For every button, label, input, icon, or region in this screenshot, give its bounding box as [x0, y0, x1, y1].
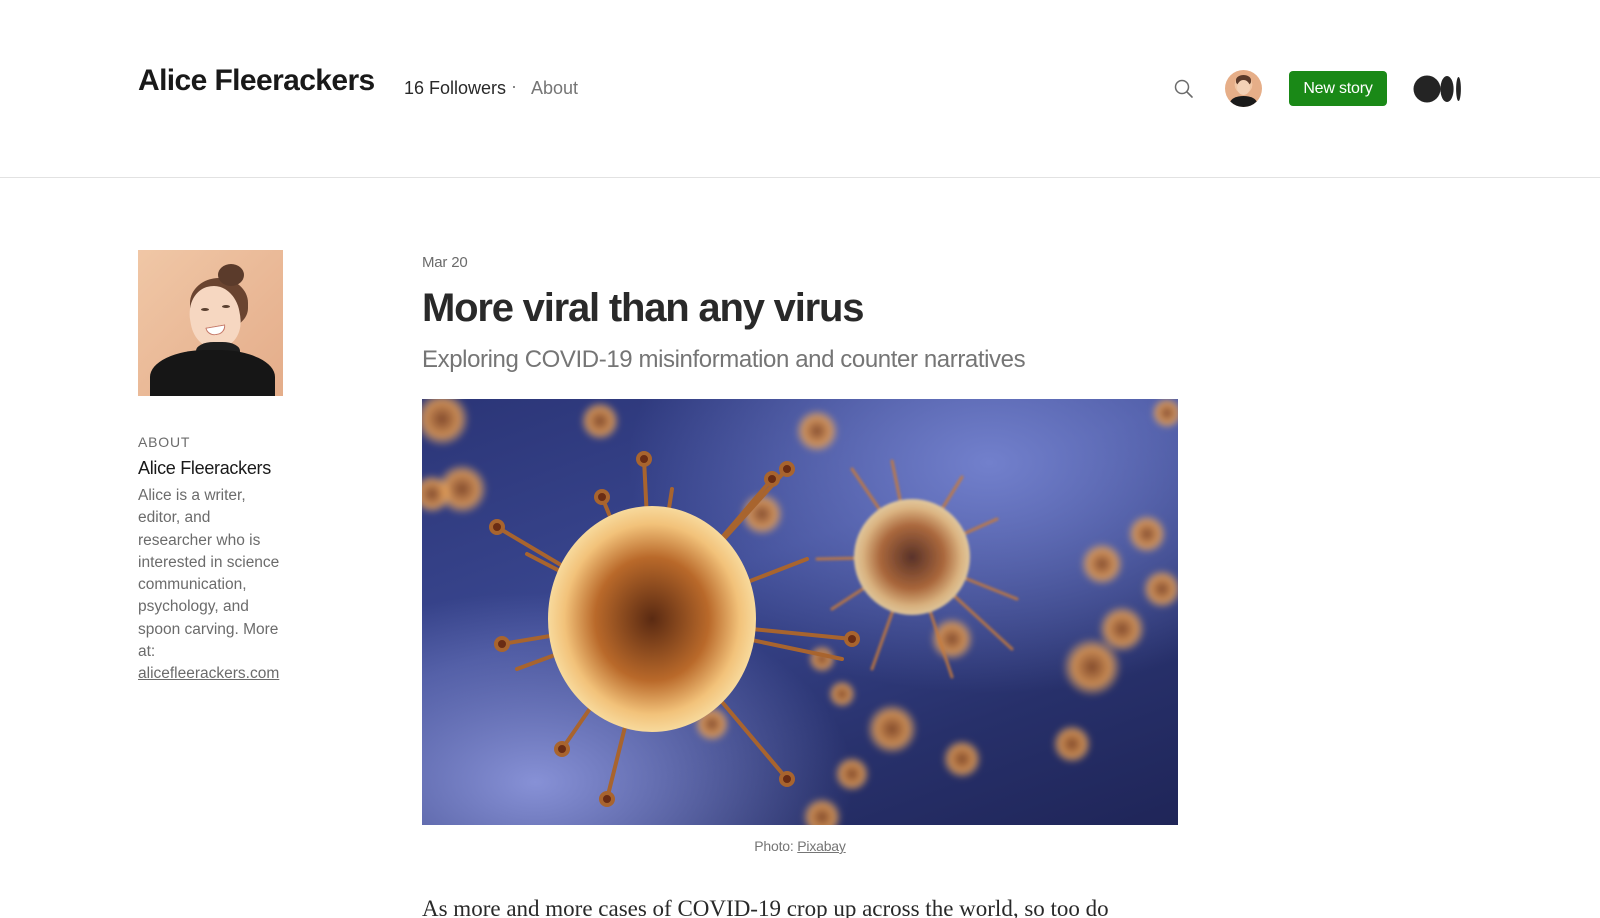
primary-virus — [489, 451, 860, 807]
new-story-button[interactable]: New story — [1289, 71, 1387, 106]
top-header: Alice Fleerackers 16 Followers · About N… — [0, 0, 1600, 178]
about-label: ABOUT — [138, 434, 191, 450]
about-bio: Alice is a writer, editor, and researche… — [138, 485, 288, 686]
caption-source-link[interactable]: Pixabay — [797, 838, 846, 854]
virus-illustration — [422, 399, 1178, 825]
medium-logo-icon[interactable] — [1413, 74, 1463, 104]
post-title: More viral than any virus — [422, 286, 864, 330]
search-icon[interactable] — [1173, 78, 1195, 100]
followers-count[interactable]: 16 Followers — [404, 78, 506, 99]
post-subtitle: Exploring COVID-19 misinformation and co… — [422, 346, 1026, 373]
author-photo — [138, 250, 283, 396]
photo-eye — [222, 305, 230, 308]
photo-eye — [201, 308, 209, 311]
photo-sweater — [150, 350, 275, 396]
separator-dot: · — [511, 76, 517, 96]
avatar-body — [1230, 96, 1257, 107]
article-body-paragraph: As more and more cases of COVID-19 crop … — [422, 896, 1109, 918]
publication-name[interactable]: Alice Fleerackers — [138, 64, 375, 98]
caption-prefix: Photo: — [754, 838, 798, 854]
bio-website-link[interactable]: alicefleerackers.com — [138, 665, 279, 682]
avatar-face — [1237, 80, 1250, 95]
about-link[interactable]: About — [531, 78, 578, 99]
bio-text: Alice is a writer, editor, and researche… — [138, 487, 280, 661]
user-avatar[interactable] — [1225, 70, 1262, 107]
background-virus-particles — [422, 399, 1178, 825]
image-caption: Photo: Pixabay — [422, 838, 1178, 854]
photo-hair-bun — [218, 264, 244, 286]
post-date: Mar 20 — [422, 254, 468, 271]
hero-image — [422, 399, 1178, 825]
about-author-name[interactable]: Alice Fleerackers — [138, 458, 271, 479]
